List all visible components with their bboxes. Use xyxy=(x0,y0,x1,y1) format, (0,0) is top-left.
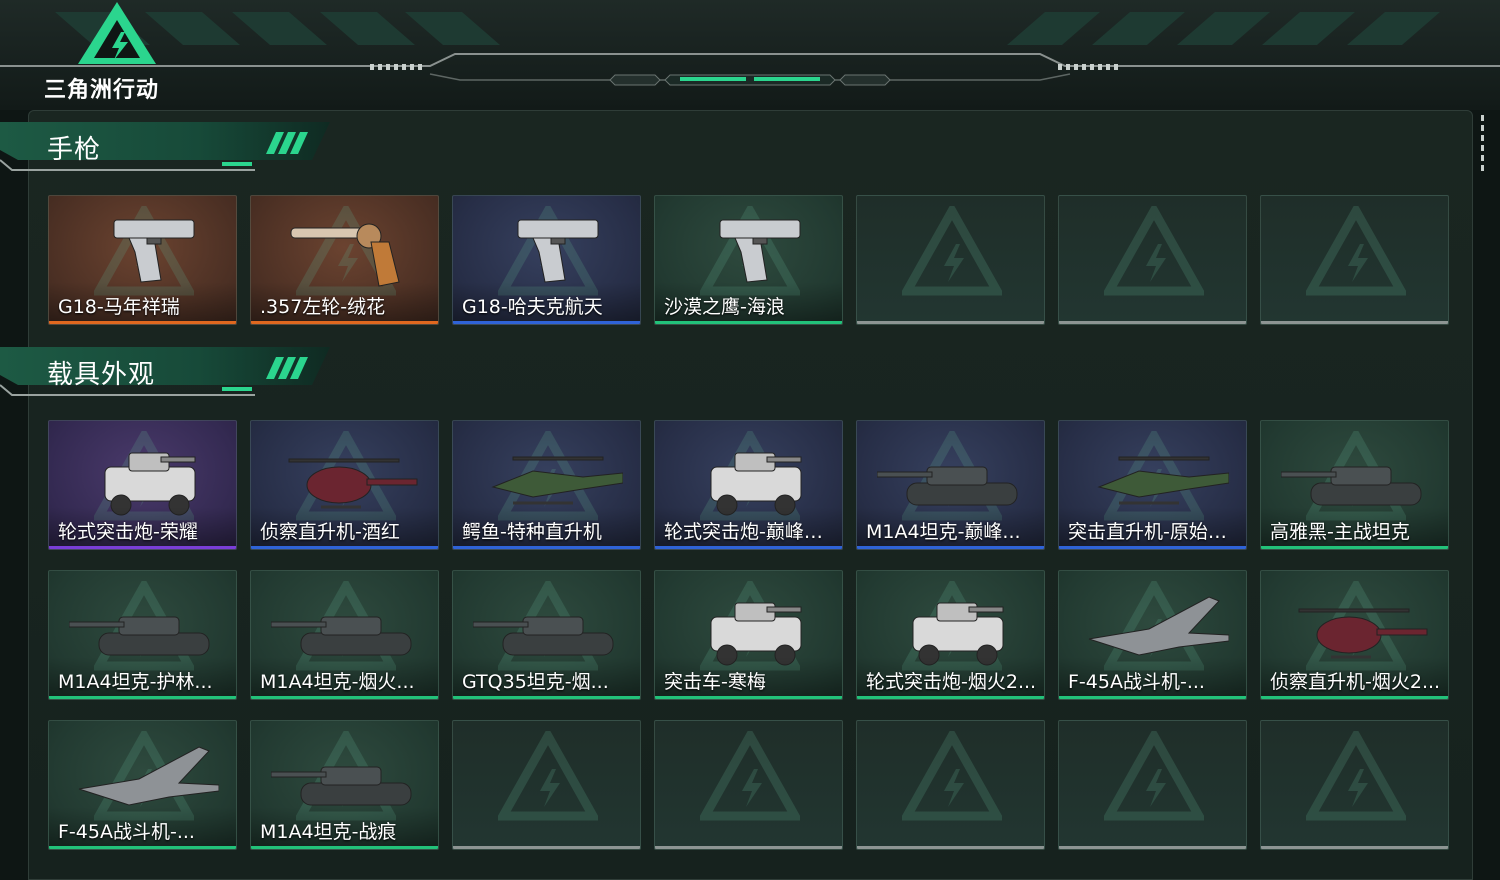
item-name: 轮式突击炮-荣耀 xyxy=(58,521,198,543)
item-name: F-45A战斗机-... xyxy=(1068,671,1205,693)
item-card[interactable]: 突击直升机-原始伪... xyxy=(1058,420,1247,550)
rarity-bar xyxy=(453,546,640,549)
rarity-bar xyxy=(251,846,438,849)
item-name: 突击车-寒梅 xyxy=(664,671,766,693)
item-card[interactable]: F-45A战斗机-... xyxy=(1058,570,1247,700)
item-name: 沙漠之鹰-海浪 xyxy=(664,296,785,318)
rarity-bar xyxy=(1059,696,1246,699)
item-card[interactable]: F-45A战斗机-... xyxy=(48,720,237,850)
item-name: M1A4坦克-护林... xyxy=(58,671,213,693)
rarity-bar xyxy=(251,546,438,549)
item-card[interactable]: GTQ35坦克-烟... xyxy=(452,570,641,700)
item-card[interactable]: M1A4坦克-护林... xyxy=(48,570,237,700)
item-card[interactable]: 侦察直升机-酒红 xyxy=(250,420,439,550)
item-name: M1A4坦克-战痕 xyxy=(260,821,397,843)
item-name: 轮式突击炮-烟火2... xyxy=(866,671,1037,693)
item-name: 鳄鱼-特种直升机 xyxy=(462,521,602,543)
rarity-bar xyxy=(655,546,842,549)
rarity-bar xyxy=(453,846,640,849)
header-frame-decoration xyxy=(0,12,1500,86)
item-card[interactable]: 轮式突击炮-荣耀 xyxy=(48,420,237,550)
rarity-bar xyxy=(1059,846,1246,849)
empty-item-slot xyxy=(654,720,843,850)
item-card[interactable]: 轮式突击炮-巅峰竞... xyxy=(654,420,843,550)
scrollbar-handle[interactable] xyxy=(1481,115,1485,177)
section-header-pistols: 手枪 xyxy=(0,120,340,176)
rarity-bar xyxy=(251,696,438,699)
delta-watermark-icon xyxy=(1101,726,1207,825)
rarity-bar xyxy=(857,696,1044,699)
rarity-bar xyxy=(1261,846,1448,849)
rarity-bar xyxy=(1261,321,1448,324)
item-name: 轮式突击炮-巅峰竞... xyxy=(664,521,838,543)
delta-watermark-icon xyxy=(697,726,803,825)
top-header: 三角洲行动 xyxy=(0,0,1500,110)
rarity-bar xyxy=(251,321,438,324)
item-card[interactable]: 突击车-寒梅 xyxy=(654,570,843,700)
item-name: 侦察直升机-烟火2... xyxy=(1270,671,1441,693)
rarity-bar xyxy=(655,696,842,699)
item-card[interactable]: M1A4坦克-战痕 xyxy=(250,720,439,850)
item-card[interactable]: 鳄鱼-特种直升机 xyxy=(452,420,641,550)
empty-item-slot xyxy=(1260,720,1449,850)
item-name: F-45A战斗机-... xyxy=(58,821,195,843)
item-name: 高雅黑-主战坦克 xyxy=(1270,521,1410,543)
item-name: .357左轮-绒花 xyxy=(260,296,386,318)
item-card[interactable]: G18-马年祥瑞 xyxy=(48,195,237,325)
rarity-bar xyxy=(49,546,236,549)
item-name: M1A4坦克-烟火... xyxy=(260,671,415,693)
item-card[interactable]: M1A4坦克-巅峰... xyxy=(856,420,1045,550)
empty-item-slot xyxy=(856,720,1045,850)
section-title: 载具外观 xyxy=(47,360,156,390)
delta-watermark-icon xyxy=(1101,201,1207,300)
rarity-bar xyxy=(655,321,842,324)
item-card[interactable]: 侦察直升机-烟火2... xyxy=(1260,570,1449,700)
rarity-bar xyxy=(1059,546,1246,549)
section-header-vehicles: 载具外观 xyxy=(0,345,340,401)
rarity-bar xyxy=(1261,546,1448,549)
empty-item-slot xyxy=(1058,720,1247,850)
rarity-bar xyxy=(1059,321,1246,324)
item-name: 突击直升机-原始伪... xyxy=(1068,521,1242,543)
empty-item-slot xyxy=(1260,195,1449,325)
rarity-bar xyxy=(857,846,1044,849)
item-name: G18-马年祥瑞 xyxy=(58,296,180,318)
item-name: 侦察直升机-酒红 xyxy=(260,521,400,543)
delta-watermark-icon xyxy=(1303,201,1409,300)
item-card[interactable]: 高雅黑-主战坦克 xyxy=(1260,420,1449,550)
empty-item-slot xyxy=(856,195,1045,325)
delta-watermark-icon xyxy=(1303,726,1409,825)
rarity-bar xyxy=(857,321,1044,324)
game-logo-text: 三角洲行动 xyxy=(44,78,160,103)
item-card[interactable]: .357左轮-绒花 xyxy=(250,195,439,325)
empty-item-slot xyxy=(1058,195,1247,325)
item-card[interactable]: M1A4坦克-烟火... xyxy=(250,570,439,700)
delta-watermark-icon xyxy=(899,726,1005,825)
delta-watermark-icon xyxy=(899,201,1005,300)
empty-item-slot xyxy=(452,720,641,850)
item-card[interactable]: G18-哈夫克航天 xyxy=(452,195,641,325)
rarity-bar xyxy=(49,696,236,699)
item-name: GTQ35坦克-烟... xyxy=(462,671,609,693)
item-name: G18-哈夫克航天 xyxy=(462,296,603,318)
rarity-bar xyxy=(49,321,236,324)
item-card[interactable]: 沙漠之鹰-海浪 xyxy=(654,195,843,325)
section-title: 手枪 xyxy=(47,135,102,165)
item-name: M1A4坦克-巅峰... xyxy=(866,521,1021,543)
rarity-bar xyxy=(453,696,640,699)
rarity-bar xyxy=(655,846,842,849)
delta-watermark-icon xyxy=(495,726,601,825)
rarity-bar xyxy=(1261,696,1448,699)
item-card[interactable]: 轮式突击炮-烟火2... xyxy=(856,570,1045,700)
rarity-bar xyxy=(453,321,640,324)
rarity-bar xyxy=(49,846,236,849)
rarity-bar xyxy=(857,546,1044,549)
